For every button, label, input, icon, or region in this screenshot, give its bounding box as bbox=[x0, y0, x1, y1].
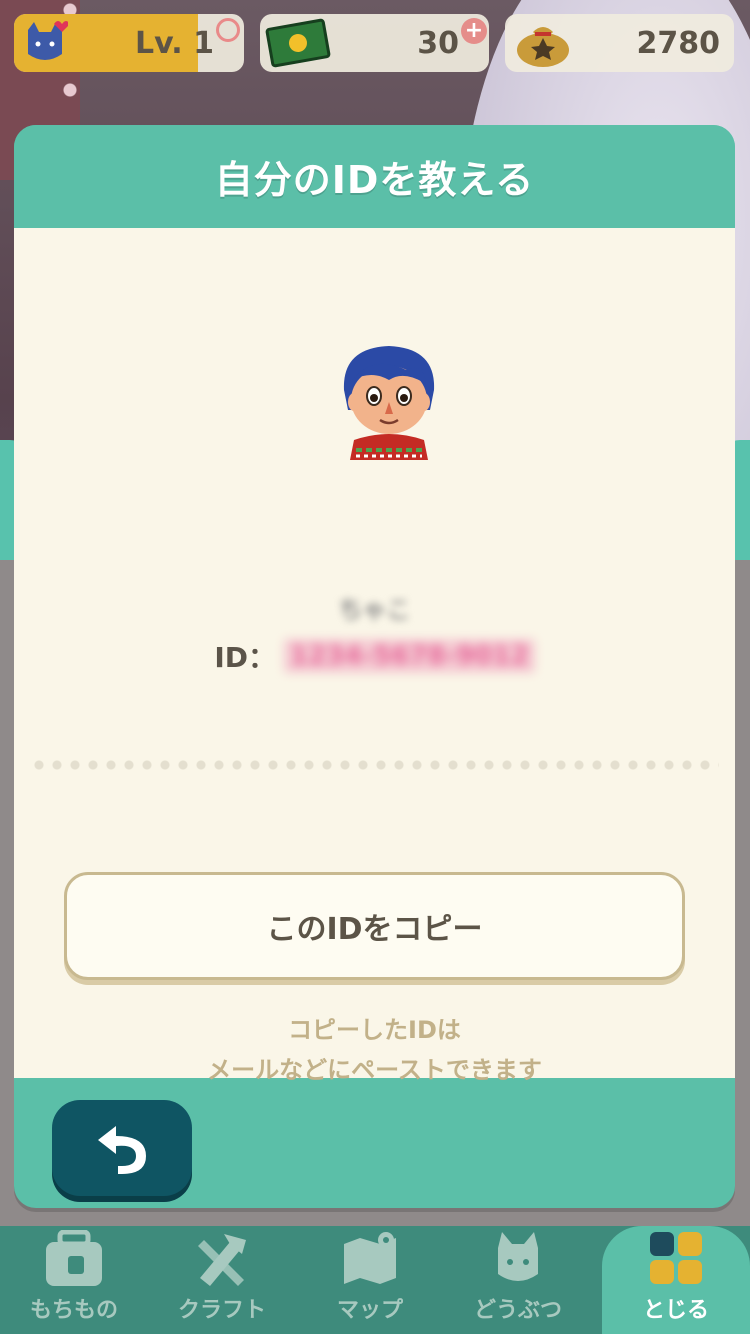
player-id-row: ID： 1234-5678-9012 bbox=[14, 636, 735, 676]
dialog-title: 自分のIDを教える bbox=[214, 158, 535, 202]
copy-id-button[interactable]: このIDをコピー bbox=[64, 872, 685, 980]
craft-icon bbox=[198, 1234, 246, 1286]
top-hud: Lv. 1 30 + 2780 bbox=[14, 14, 736, 72]
close-grid-icon bbox=[650, 1232, 702, 1284]
bell-bag-icon bbox=[517, 27, 569, 67]
dialog-header: 自分のIDを教える bbox=[14, 125, 735, 228]
animal-icon bbox=[498, 1232, 538, 1281]
nav-item-animals[interactable]: どうぶつ bbox=[444, 1226, 592, 1334]
bottom-navigation: もちもの クラフト マップ どうぶつ とじる bbox=[0, 1226, 750, 1334]
nav-label: どうぶつ bbox=[473, 1298, 562, 1323]
bag-icon bbox=[46, 1230, 102, 1286]
nav-item-close[interactable]: とじる bbox=[602, 1226, 750, 1334]
nav-label: マップ bbox=[336, 1298, 403, 1323]
nav-item-inventory[interactable]: もちもの bbox=[0, 1226, 148, 1334]
player-id-value: 1234-5678-9012 bbox=[284, 639, 535, 673]
dialog-body: ちゃこ ID： 1234-5678-9012 このIDをコピー コピーしたIDは… bbox=[14, 228, 735, 1084]
player-avatar bbox=[343, 346, 435, 460]
leaf-ticket-icon bbox=[264, 18, 332, 68]
leaf-ticket-count: 30 bbox=[417, 26, 459, 61]
map-icon bbox=[344, 1232, 396, 1284]
nav-item-craft[interactable]: クラフト bbox=[148, 1226, 296, 1334]
nav-label: もちもの bbox=[29, 1298, 118, 1323]
copy-hint-line-1: コピーしたIDは bbox=[288, 1016, 461, 1044]
id-label: ID： bbox=[214, 641, 276, 674]
dotted-divider bbox=[30, 760, 719, 770]
nav-label: とじる bbox=[642, 1298, 709, 1323]
copy-hint-text: コピーしたIDは メールなどにペーストできます bbox=[14, 1010, 735, 1090]
back-button[interactable] bbox=[52, 1100, 192, 1196]
level-label: Lv. 1 bbox=[135, 26, 214, 61]
level-indicator[interactable]: Lv. 1 bbox=[14, 14, 244, 72]
nav-item-map[interactable]: マップ bbox=[296, 1226, 444, 1334]
zoom-icon[interactable] bbox=[216, 18, 240, 42]
bells-count: 2780 bbox=[636, 26, 721, 61]
back-arrow-icon bbox=[98, 1126, 146, 1174]
player-name: ちゃこ bbox=[338, 596, 411, 624]
nav-label: クラフト bbox=[177, 1298, 266, 1323]
share-id-dialog: 自分のIDを教える ちゃこ ID： 1234-5678-9012 このIDをコピ… bbox=[14, 125, 735, 1208]
copy-hint-line-2: メールなどにペーストできます bbox=[207, 1056, 542, 1084]
cat-heart-icon bbox=[28, 21, 68, 60]
leaf-ticket-counter[interactable]: 30 + bbox=[260, 14, 489, 72]
add-tickets-button[interactable]: + bbox=[461, 18, 487, 44]
copy-id-button-label: このIDをコピー bbox=[266, 912, 483, 947]
bells-counter: 2780 bbox=[505, 14, 734, 72]
